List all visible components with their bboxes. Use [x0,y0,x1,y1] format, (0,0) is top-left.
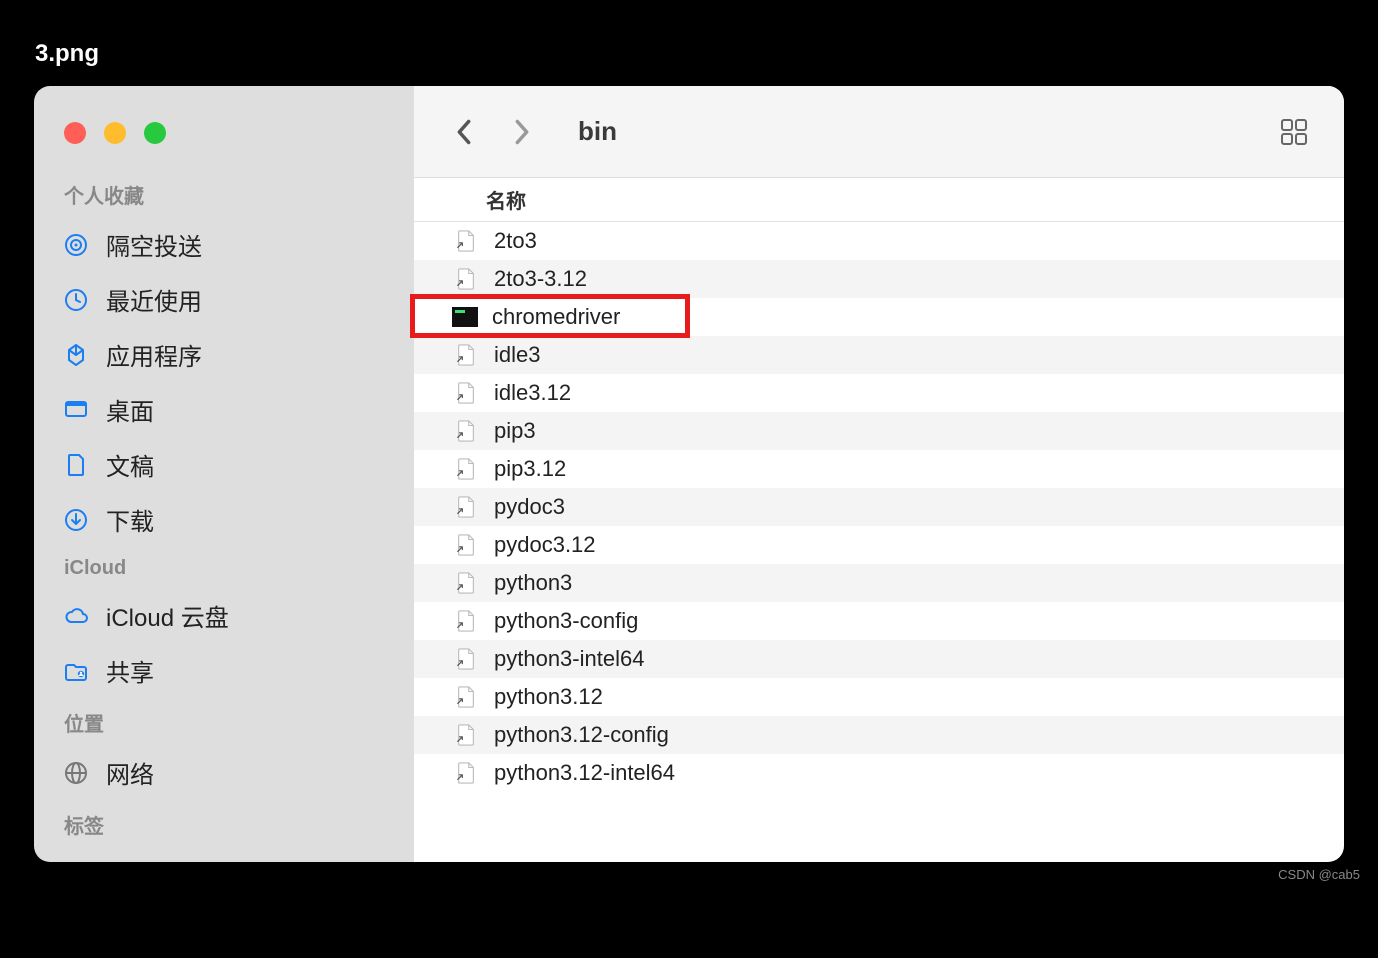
download-icon [62,506,90,534]
alias-file-icon [452,569,480,597]
forward-button[interactable] [502,112,542,152]
file-row[interactable]: idle3 [414,336,1344,374]
file-name: pip3 [494,418,536,444]
file-name: chromedriver [492,304,620,330]
apps-icon [62,341,90,369]
sidebar-item-network[interactable]: 网络 [34,745,414,800]
file-row[interactable]: python3.12 [414,678,1344,716]
view-options-button[interactable] [1274,112,1314,152]
watermark: CSDN @cab5 [1278,867,1360,882]
sidebar-item-label: 共享 [106,653,154,688]
file-row[interactable]: python3 [414,564,1344,602]
sidebar-item-apps[interactable]: 应用程序 [34,327,414,382]
cloud-icon [62,602,90,630]
sidebar-section-label: 标签 [34,800,414,847]
alias-file-icon [452,227,480,255]
sidebar-item-label: 应用程序 [106,337,202,372]
file-row[interactable]: 2to3-3.12 [414,260,1344,298]
sidebar-item-label: 最近使用 [106,282,202,317]
file-row[interactable]: idle3.12 [414,374,1344,412]
file-name: idle3 [494,342,540,368]
alias-file-icon [452,265,480,293]
alias-file-icon [452,721,480,749]
sidebar-item-label: 文稿 [106,447,154,482]
file-name: pip3.12 [494,456,566,482]
file-name: python3-intel64 [494,646,644,672]
sidebar: 个人收藏隔空投送最近使用应用程序桌面文稿下载 iCloud iCloud 云盘共享位… [34,86,414,862]
alias-file-icon [452,379,480,407]
sidebar-item-label: 网络 [106,755,154,790]
alias-file-icon [452,759,480,787]
file-name: python3.12-config [494,722,669,748]
network-icon [62,759,90,787]
sidebar-item-desktop[interactable]: 桌面 [34,382,414,437]
file-row[interactable]: pydoc3 [414,488,1344,526]
file-row[interactable]: pip3.12 [414,450,1344,488]
sidebar-item-airdrop[interactable]: 隔空投送 [34,217,414,272]
file-name: 2to3 [494,228,537,254]
file-row[interactable]: 2to3 [414,222,1344,260]
sidebar-item-clock[interactable]: 最近使用 [34,272,414,327]
sidebar-item-doc[interactable]: 文稿 [34,437,414,492]
toolbar: bin [414,86,1344,178]
file-row[interactable]: pip3 [414,412,1344,450]
folder-title: bin [578,116,617,147]
main-panel: bin 名称 2to3 2to3-3.12 chromedriver idle3 idl… [414,86,1344,862]
file-row[interactable]: chromedriver [414,298,1344,336]
image-tab-title: 3.png [35,40,99,68]
sidebar-item-label: 隔空投送 [106,227,202,262]
back-button[interactable] [444,112,484,152]
sidebar-item-cloud[interactable]: iCloud 云盘 [34,588,414,643]
file-row[interactable]: python3.12-config [414,716,1344,754]
window-controls [34,104,414,170]
sidebar-item-label: iCloud 云盘 [106,598,229,633]
airdrop-icon [62,231,90,259]
file-list: 2to3 2to3-3.12 chromedriver idle3 idle3.12 pi… [414,222,1344,862]
alias-file-icon [452,417,480,445]
file-row[interactable]: pydoc3.12 [414,526,1344,564]
file-name: pydoc3 [494,494,565,520]
alias-file-icon [452,645,480,673]
alias-file-icon [452,493,480,521]
clock-icon [62,286,90,314]
alias-file-icon [452,607,480,635]
alias-file-icon [452,683,480,711]
file-name: python3.12-intel64 [494,760,675,786]
file-row[interactable]: python3-intel64 [414,640,1344,678]
sidebar-section-label: iCloud [34,547,414,588]
file-name: python3-config [494,608,638,634]
close-window-button[interactable] [64,122,86,144]
shared-icon [62,657,90,685]
alias-file-icon [452,455,480,483]
file-name: python3.12 [494,684,603,710]
finder-window: 个人收藏隔空投送最近使用应用程序桌面文稿下载 iCloud iCloud 云盘共享位… [34,86,1344,862]
alias-file-icon [452,341,480,369]
zoom-window-button[interactable] [144,122,166,144]
column-header-name[interactable]: 名称 [414,178,1344,222]
file-row[interactable]: python3.12-intel64 [414,754,1344,792]
file-name: python3 [494,570,572,596]
sidebar-section-label: 个人收藏 [34,170,414,217]
alias-file-icon [452,531,480,559]
file-name: pydoc3.12 [494,532,596,558]
desktop-icon [62,396,90,424]
sidebar-item-label: 桌面 [106,392,154,427]
sidebar-item-shared[interactable]: 共享 [34,643,414,698]
executable-icon [452,307,478,327]
doc-icon [62,451,90,479]
file-name: 2to3-3.12 [494,266,587,292]
file-row[interactable]: python3-config [414,602,1344,640]
sidebar-section-label: 位置 [34,698,414,745]
sidebar-item-download[interactable]: 下载 [34,492,414,547]
minimize-window-button[interactable] [104,122,126,144]
sidebar-item-label: 下载 [106,502,154,537]
file-name: idle3.12 [494,380,571,406]
